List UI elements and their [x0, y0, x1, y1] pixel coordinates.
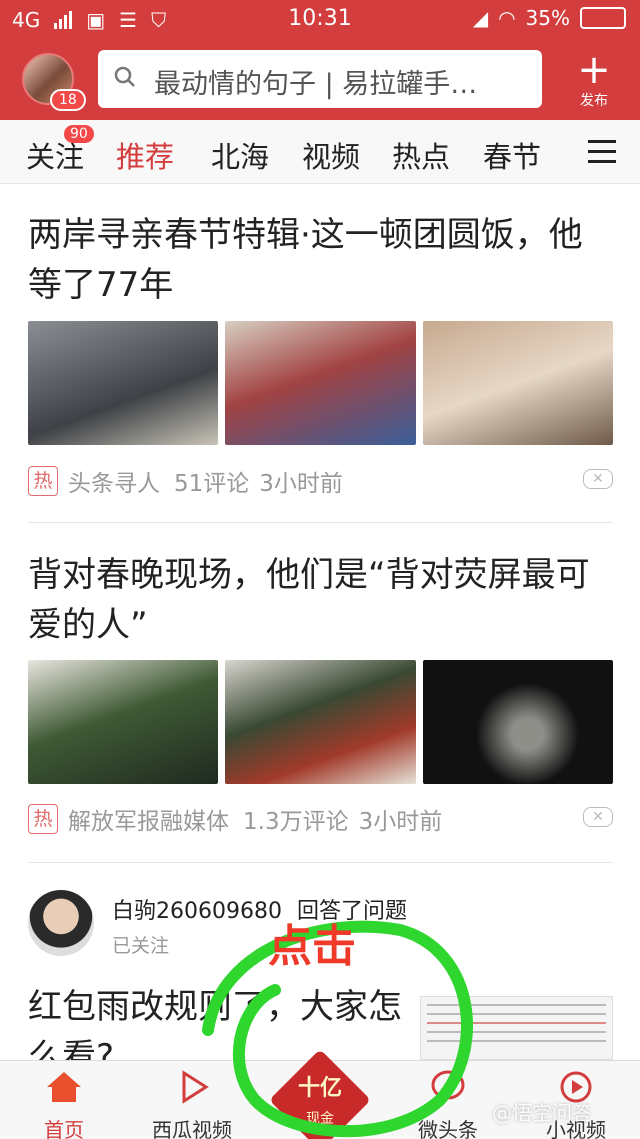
- top-header: 18 最动情的句子 | 易拉罐手… + 发布: [0, 40, 640, 120]
- divider: [28, 522, 613, 523]
- status-right: ◢ ◠ 35%: [473, 6, 626, 30]
- channel-tabs: 关注 90 推荐 北海 视频 热点 春节: [0, 120, 640, 184]
- article-image: [28, 321, 219, 445]
- article-comments: 51评论: [174, 471, 250, 497]
- hot-tag: 热: [28, 804, 58, 834]
- nav-home[interactable]: 首页: [4, 1069, 124, 1139]
- article-meta: 热 头条寻人 51评论 3小时前 ✕: [28, 465, 613, 497]
- article-comments: 1.3万评论: [243, 809, 349, 835]
- search-bar[interactable]: 最动情的句子 | 易拉罐手…: [98, 50, 542, 108]
- article-image: [422, 321, 613, 445]
- article-thumbnails[interactable]: [28, 660, 613, 784]
- plus-icon: +: [577, 47, 611, 93]
- tab-video[interactable]: 视频: [302, 134, 360, 176]
- battery-icon: [580, 7, 626, 29]
- wifi-icon: ◠: [498, 6, 516, 30]
- hot-tag: 热: [28, 466, 58, 496]
- article-image: [225, 660, 416, 784]
- menu-icon[interactable]: [588, 140, 616, 164]
- publish-label: 发布: [580, 93, 608, 109]
- article-image: [422, 660, 613, 784]
- status-bar: 4G ▣ ☰ ⛉ 10:31 ◢ ◠ 35%: [0, 0, 640, 40]
- dislike-icon[interactable]: ✕: [583, 807, 613, 827]
- watermark: @悟空问答: [492, 1101, 592, 1125]
- nav-home-label: 首页: [44, 1118, 84, 1139]
- tab-spring-festival[interactable]: 春节: [483, 134, 541, 176]
- search-icon: [114, 66, 135, 87]
- article-source: 解放军报融媒体: [68, 809, 229, 835]
- tab-hot[interactable]: 热点: [392, 134, 450, 176]
- article-time: 3小时前: [358, 809, 443, 835]
- article-image: [225, 321, 416, 445]
- annotation-text: 点击: [268, 921, 356, 972]
- divider: [28, 862, 613, 863]
- publish-button[interactable]: + 发布: [570, 50, 618, 110]
- article-title[interactable]: 背对春晚现场，他们是“背对荧屏最可爱的人”: [28, 550, 608, 650]
- article-meta: 热 解放军报融媒体 1.3万评论 3小时前 ✕: [28, 803, 613, 835]
- home-icon: [47, 1072, 81, 1102]
- follow-status: 已关注: [112, 935, 170, 957]
- mute-icon: ◢: [472, 6, 489, 30]
- follow-badge: 90: [64, 125, 94, 143]
- article-time: 3小时前: [259, 471, 343, 497]
- battery-percent: 35%: [525, 6, 570, 30]
- article-title[interactable]: 两岸寻亲春节特辑·这一顿团圆饭，他等了77年: [28, 210, 608, 310]
- article-source: 头条寻人: [68, 471, 160, 497]
- article-image: [28, 660, 219, 784]
- search-placeholder: 最动情的句子 | 易拉罐手…: [154, 69, 478, 100]
- article-thumbnails[interactable]: [28, 321, 613, 445]
- tab-beihai[interactable]: 北海: [211, 134, 269, 176]
- dislike-icon[interactable]: ✕: [583, 469, 613, 489]
- tab-recommend[interactable]: 推荐: [116, 134, 174, 176]
- answer-user-avatar[interactable]: [28, 890, 94, 956]
- avatar-badge: 18: [50, 89, 86, 111]
